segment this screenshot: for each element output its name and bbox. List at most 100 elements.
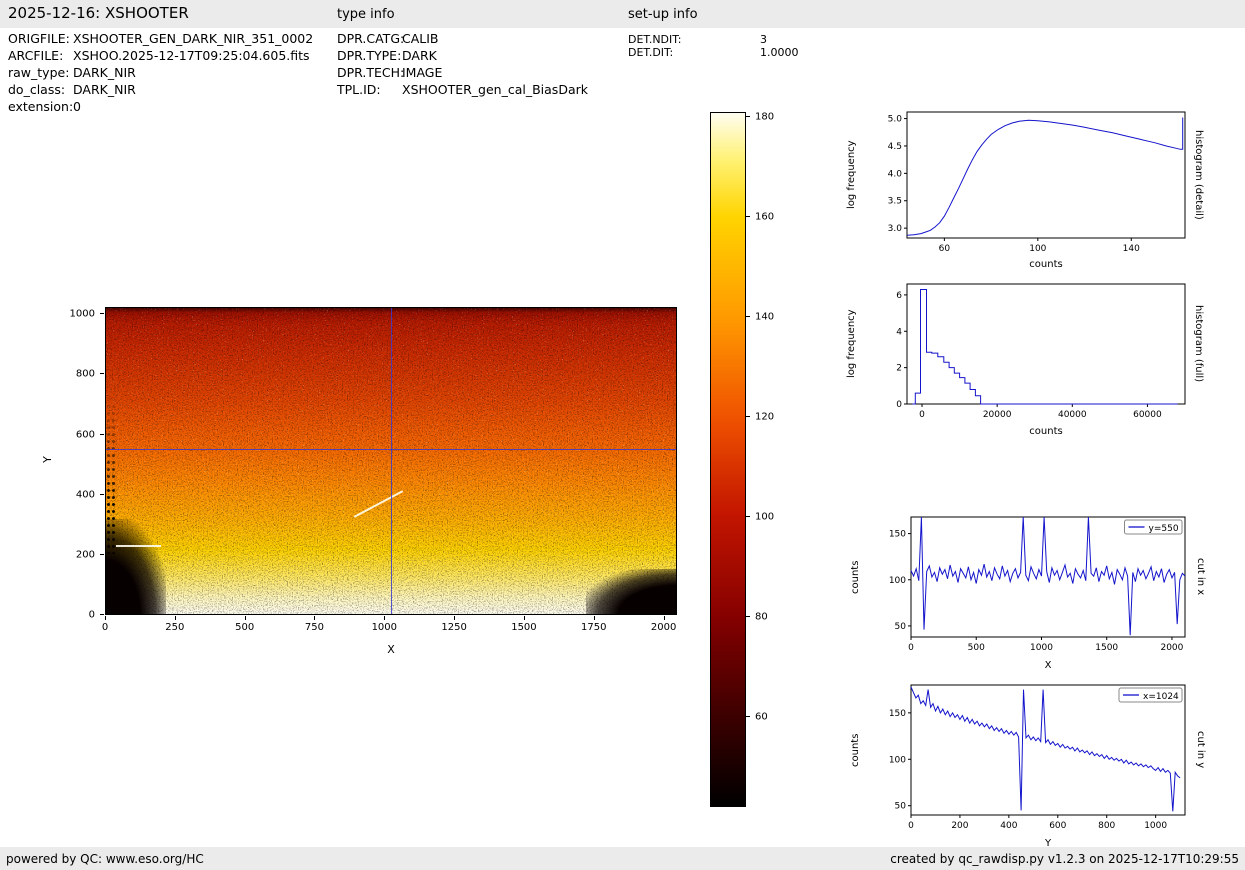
cut-x-y-axis-label: counts xyxy=(850,517,864,637)
file-info-row: ORIGFILE:XSHOOTER_GEN_DARK_NIR_351_0002 xyxy=(8,30,313,47)
cut-x-side-label: cut in x xyxy=(1192,517,1206,637)
cut-y-side-label: cut in y xyxy=(1192,685,1206,815)
colorbar-tick-mark xyxy=(746,416,750,417)
x-tick-label: 1000 xyxy=(372,622,397,633)
x-tick-mark xyxy=(664,616,665,620)
file-info-row: raw_type:DARK_NIR xyxy=(8,64,313,81)
info-label: DET.DIT: xyxy=(628,46,760,59)
dead-pixel-region-bottom-left xyxy=(106,519,166,614)
x-tick-label: 500 xyxy=(235,622,254,633)
info-value: DARK_NIR xyxy=(73,65,136,80)
info-label: TPL.ID: xyxy=(337,81,402,98)
svg-text:x=1024: x=1024 xyxy=(1143,692,1179,702)
y-tick-mark xyxy=(100,313,104,314)
cut-y-y-axis-label: counts xyxy=(850,685,864,815)
type-info-block: DPR.CATG:CALIB DPR.TYPE:DARK DPR.TECH:IM… xyxy=(337,30,588,98)
file-info-row: do_class:DARK_NIR xyxy=(8,81,313,98)
type-info-heading: type info xyxy=(337,7,395,22)
colorbar-tick-label: 140 xyxy=(755,312,774,323)
y-tick-mark xyxy=(100,494,104,495)
y-tick-label: 200 xyxy=(76,549,95,560)
x-tick-mark xyxy=(314,616,315,620)
file-info-row: extension:0 xyxy=(8,98,313,115)
hist-detail-x-axis-label: counts xyxy=(907,259,1185,270)
colorbar xyxy=(710,112,746,807)
colorbar-tick-label: 100 xyxy=(755,512,774,523)
y-tick-label: 1000 xyxy=(70,309,95,320)
svg-text:150: 150 xyxy=(889,530,906,540)
cut-in-x-chart: 050010001500200050100150y=550 xyxy=(873,510,1192,658)
svg-text:6: 6 xyxy=(896,291,902,301)
x-tick-mark xyxy=(384,616,385,620)
y-tick-label: 400 xyxy=(76,489,95,500)
file-info-block: ORIGFILE:XSHOOTER_GEN_DARK_NIR_351_0002 … xyxy=(8,30,313,115)
colorbar-tick-mark xyxy=(746,516,750,517)
x-tick-mark xyxy=(594,616,595,620)
x-tick-label: 2000 xyxy=(651,622,676,633)
info-value: CALIB xyxy=(402,31,439,46)
colorbar-tick-label: 120 xyxy=(755,412,774,423)
histogram-full-chart: 02000040000600000246 xyxy=(869,277,1192,425)
file-info-row: ARCFILE:XSHOO.2025-12-17T09:25:04.605.fi… xyxy=(8,47,313,64)
svg-text:600: 600 xyxy=(1049,821,1066,831)
svg-text:4.0: 4.0 xyxy=(888,169,903,179)
info-label: DET.NDIT: xyxy=(628,33,760,46)
x-tick-mark xyxy=(175,616,176,620)
svg-text:1000: 1000 xyxy=(1030,643,1053,653)
type-info-row: DPR.TYPE:DARK xyxy=(337,47,588,64)
type-info-row: TPL.ID:XSHOOTER_gen_cal_BiasDark xyxy=(337,81,588,98)
y-tick-label: 600 xyxy=(76,429,95,440)
x-tick-mark xyxy=(454,616,455,620)
svg-text:100: 100 xyxy=(889,576,906,586)
x-tick-mark xyxy=(245,616,246,620)
hist-detail-y-axis-label: log frequency xyxy=(846,112,860,238)
info-value: XSHOOTER_gen_cal_BiasDark xyxy=(402,82,588,97)
svg-text:800: 800 xyxy=(1098,821,1115,831)
y-tick-mark xyxy=(100,554,104,555)
svg-text:60000: 60000 xyxy=(1133,410,1162,420)
svg-text:500: 500 xyxy=(968,643,985,653)
info-value: XSHOO.2025-12-17T09:25:04.605.fits xyxy=(73,48,310,63)
setup-info-block: DET.NDIT:3 DET.DIT:1.0000 xyxy=(628,33,799,59)
hist-detail-side-label: histogram (detail) xyxy=(1190,112,1204,238)
x-tick-label: 1750 xyxy=(581,622,606,633)
svg-text:20000: 20000 xyxy=(983,410,1012,420)
info-label: extension: xyxy=(8,98,73,115)
type-info-row: DPR.CATG:CALIB xyxy=(337,30,588,47)
detector-x-axis-label: X xyxy=(105,643,677,656)
x-tick-mark xyxy=(105,616,106,620)
hist-full-y-axis-label: log frequency xyxy=(846,284,860,404)
hist-full-side-label: histogram (full) xyxy=(1190,284,1204,404)
info-label: raw_type: xyxy=(8,64,73,81)
svg-text:40000: 40000 xyxy=(1058,410,1087,420)
info-value: DARK xyxy=(402,48,437,63)
svg-text:1000: 1000 xyxy=(1144,821,1167,831)
svg-text:60: 60 xyxy=(939,244,951,254)
svg-text:0: 0 xyxy=(908,821,914,831)
info-value: 3 xyxy=(760,33,767,46)
svg-text:3.5: 3.5 xyxy=(888,197,902,207)
setup-info-heading: set-up info xyxy=(628,7,698,22)
cut-in-y-chart: 0200400600800100050100150x=1024 xyxy=(873,678,1192,836)
y-tick-mark xyxy=(100,373,104,374)
info-label: DPR.CATG: xyxy=(337,30,402,47)
colorbar-ticks: 6080100120140160180 xyxy=(746,112,790,807)
svg-text:4: 4 xyxy=(896,327,902,337)
colorbar-tick-label: 180 xyxy=(755,112,774,123)
svg-text:50: 50 xyxy=(895,622,907,632)
y-tick-mark xyxy=(100,614,104,615)
qc-report-page: 2025-12-16: XSHOOTER type info set-up in… xyxy=(0,0,1245,870)
colorbar-tick-label: 80 xyxy=(755,612,768,623)
detector-x-ticks: 025050075010001250150017502000 xyxy=(105,616,677,638)
y-tick-mark xyxy=(100,434,104,435)
info-label: ARCFILE: xyxy=(8,47,73,64)
type-info-row: DPR.TECH:IMAGE xyxy=(337,64,588,81)
hist-full-x-axis-label: counts xyxy=(907,426,1185,437)
colorbar-tick-mark xyxy=(746,216,750,217)
svg-text:150: 150 xyxy=(889,709,906,719)
page-title: 2025-12-16: XSHOOTER xyxy=(8,4,189,22)
svg-text:y=550: y=550 xyxy=(1149,524,1179,534)
crosshair-horizontal-line xyxy=(106,449,676,450)
svg-text:100: 100 xyxy=(889,755,906,765)
svg-text:2000: 2000 xyxy=(1160,643,1183,653)
